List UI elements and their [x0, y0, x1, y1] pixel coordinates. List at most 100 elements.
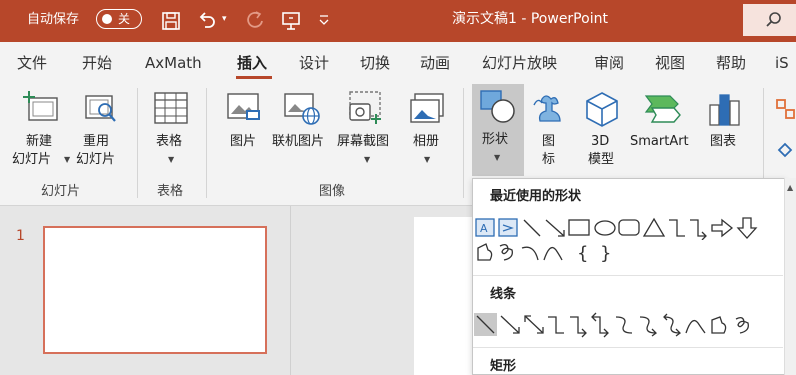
3d-models-label-2: 模型 [588, 152, 615, 167]
slide-thumbnail[interactable] [43, 226, 267, 354]
shape-elbow-connector[interactable] [669, 219, 685, 237]
3d-models-label-1: 3D [591, 134, 610, 149]
cube-icon [586, 92, 618, 127]
shape-curved-double-arrow-connector[interactable] [663, 313, 681, 337]
links-icon[interactable] [775, 98, 796, 120]
shape-vertical-textbox[interactable] [498, 218, 518, 237]
present-icon[interactable] [280, 10, 302, 32]
reuse-slide-icon [85, 95, 116, 122]
group-label-tables: 表格 [157, 184, 184, 199]
online-picture-button[interactable]: 联机图片 [271, 86, 335, 172]
shapes-label: 形状 [482, 132, 509, 147]
shape-freeform[interactable] [477, 243, 493, 261]
shape-textbox[interactable]: A [475, 218, 495, 237]
shape-right-brace[interactable]: } [600, 243, 611, 264]
shape-line[interactable] [523, 219, 541, 237]
picture-button[interactable]: 图片 [222, 86, 266, 172]
photo-album-button[interactable]: 相册 ▼ [404, 86, 450, 172]
shape-elbow-arrow-connector[interactable] [690, 219, 707, 240]
tab-design[interactable]: 设计 [299, 53, 329, 73]
group-label-slides: 幻灯片 [41, 184, 81, 199]
shape-line-double-arrow[interactable] [524, 315, 544, 334]
autosave-toggle[interactable]: 关 [96, 9, 142, 29]
tab-insert[interactable]: 插入 [237, 53, 267, 73]
redo-icon[interactable] [244, 10, 266, 32]
chevron-down-icon: ▼ [64, 155, 71, 164]
icons-button[interactable]: 图 标 [530, 86, 570, 172]
tab-file[interactable]: 文件 [17, 53, 47, 73]
slide-number: 1 [16, 228, 25, 244]
photo-album-icon [410, 93, 444, 123]
tab-axmath[interactable]: AxMath [145, 53, 202, 73]
gallery-section-recent: 最近使用的形状 [490, 189, 582, 204]
undo-icon[interactable] [196, 10, 218, 32]
shape-scribble[interactable] [735, 317, 749, 334]
shape-oval[interactable] [594, 220, 616, 236]
lines-shapes-row [474, 312, 749, 338]
group-separator [206, 88, 207, 198]
tab-slideshow[interactable]: 幻灯片放映 [482, 53, 557, 73]
shape-triangle[interactable] [642, 217, 666, 237]
smartart-label: SmartArt [630, 134, 689, 149]
tab-transitions[interactable]: 切换 [360, 53, 390, 73]
group-label-images: 图像 [319, 184, 346, 199]
icons-gallery-icon [533, 95, 561, 122]
table-icon [154, 92, 188, 124]
recent-shapes-row-2: { } [477, 243, 611, 264]
tab-review[interactable]: 审阅 [594, 53, 624, 73]
autosave-state: 关 [118, 12, 131, 26]
table-label: 表格 [156, 134, 183, 149]
tab-help[interactable]: 帮助 [716, 53, 746, 73]
shape-down-arrow[interactable] [736, 217, 758, 239]
shape-curved-connector[interactable] [615, 316, 633, 334]
shape-elbow-double-arrow-connector[interactable] [591, 312, 609, 338]
save-icon[interactable] [160, 10, 182, 32]
shapes-gallery [472, 178, 786, 375]
reuse-slide-button[interactable]: 重用 幻灯片 [76, 86, 126, 172]
shape-freeform[interactable] [711, 316, 727, 334]
chevron-down-icon: ▼ [424, 155, 431, 164]
tab-animations[interactable]: 动画 [420, 53, 450, 73]
search-box[interactable] [743, 4, 796, 36]
undo-dropdown-icon[interactable]: ▾ [222, 14, 227, 24]
reuse-slide-label-2: 幻灯片 [76, 152, 116, 167]
screenshot-button[interactable]: 屏幕截图 ▼ [336, 86, 400, 172]
scroll-up-icon[interactable]: ▲ [787, 183, 793, 192]
shape-arrow[interactable] [545, 219, 565, 237]
chevron-down-icon: ▼ [494, 153, 501, 162]
shape-left-brace[interactable]: { [577, 243, 588, 264]
tab-islide[interactable]: iS [775, 53, 789, 73]
3d-models-button[interactable]: 3D 模型 [582, 86, 622, 172]
active-tab-indicator [236, 76, 272, 79]
shape-curve[interactable] [685, 319, 706, 334]
shape-rounded-rectangle[interactable] [618, 219, 640, 236]
link-icon[interactable] [775, 138, 796, 160]
shape-curve[interactable] [543, 246, 563, 261]
icons-label-1: 图 [542, 134, 556, 149]
picture-icon [227, 93, 260, 120]
smartart-button[interactable]: SmartArt [628, 86, 698, 172]
shape-rectangle[interactable] [568, 219, 590, 236]
group-separator [137, 88, 138, 198]
shape-line-selected[interactable] [474, 313, 497, 336]
reuse-slide-label-1: 重用 [83, 134, 110, 149]
chart-button[interactable]: 图表 [704, 86, 746, 172]
shape-right-arrow[interactable] [711, 218, 734, 238]
smartart-icon [644, 95, 681, 123]
ribbon-tabs: 文件 开始 AxMath 插入 设计 切换 动画 幻灯片放映 审阅 视图 帮助 … [0, 42, 796, 82]
shape-elbow-arrow-connector[interactable] [570, 316, 587, 338]
shape-line-arrow[interactable] [500, 315, 520, 334]
chevron-down-icon: ▼ [168, 155, 175, 164]
tab-home[interactable]: 开始 [82, 53, 112, 73]
gallery-scrollbar[interactable]: ▲ [784, 178, 796, 375]
table-button[interactable]: 表格 ▼ [148, 86, 194, 172]
shapes-button[interactable]: 形状 ▼ [472, 84, 524, 176]
shape-scribble[interactable] [499, 244, 513, 261]
shape-elbow-connector[interactable] [548, 316, 564, 334]
customize-qat-icon[interactable] [317, 13, 331, 27]
tab-view[interactable]: 视图 [655, 53, 685, 73]
online-picture-label: 联机图片 [272, 134, 325, 149]
shape-curved-arrow-connector[interactable] [639, 316, 657, 337]
shape-arc[interactable] [521, 246, 539, 261]
new-slide-button[interactable]: 新建 幻灯片 ▼ [10, 86, 72, 172]
